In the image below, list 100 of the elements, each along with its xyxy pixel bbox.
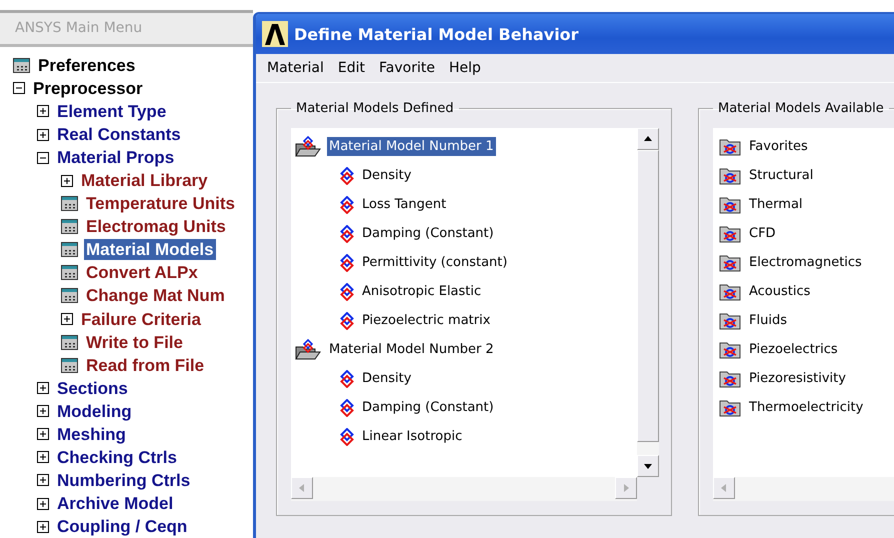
material-property-icon xyxy=(340,312,354,330)
menu-tree-item[interactable]: Material Library xyxy=(79,170,210,192)
tree-item[interactable]: Material Model Number 2 xyxy=(327,340,496,359)
up-arrow-icon xyxy=(643,134,653,144)
expand-icon[interactable] xyxy=(61,174,73,187)
menu-tree-item[interactable]: Read from File xyxy=(84,354,206,376)
menu-tree-item[interactable]: Element Type xyxy=(55,100,168,122)
menu-tree-item[interactable]: Meshing xyxy=(55,424,128,445)
folder-gear-icon xyxy=(719,311,741,330)
tree-item[interactable]: Anisotropic Elastic xyxy=(360,282,484,301)
menu-tree-item[interactable]: Sections xyxy=(55,378,130,399)
tree-item[interactable]: Linear Isotropic xyxy=(360,427,464,446)
expand-icon[interactable] xyxy=(37,428,49,440)
material-property-icon xyxy=(340,166,354,184)
left-arrow-icon xyxy=(297,483,307,493)
category-item[interactable]: Acoustics xyxy=(747,282,812,301)
material-property-icon xyxy=(340,428,354,446)
expand-icon[interactable] xyxy=(37,498,49,510)
menu-tree-item[interactable]: Archive Model xyxy=(55,493,176,514)
category-item[interactable]: Electromagnetics xyxy=(747,253,864,272)
scroll-thumb[interactable] xyxy=(637,150,659,442)
expand-icon[interactable] xyxy=(37,520,49,533)
material-property-icon xyxy=(340,196,354,214)
folder-gear-icon xyxy=(719,253,741,272)
folder-gear-icon xyxy=(719,282,741,301)
dialog-window-icon xyxy=(61,196,78,212)
expand-icon[interactable] xyxy=(37,451,49,464)
folder-gear-icon xyxy=(719,340,741,359)
menu-item[interactable]: Help xyxy=(444,58,486,78)
category-item[interactable]: CFD xyxy=(747,224,778,243)
folder-gear-icon xyxy=(719,195,741,214)
menu-tree-item[interactable]: Modeling xyxy=(55,400,134,422)
expand-icon[interactable] xyxy=(37,128,49,141)
menu-tree-item[interactable]: Write to File xyxy=(84,332,185,353)
menu-tree-item[interactable]: Material Models xyxy=(84,239,216,260)
category-item[interactable]: Thermoelectricity xyxy=(747,398,866,417)
tree-item[interactable]: Damping (Constant) xyxy=(360,398,496,417)
category-item[interactable]: Piezoresistivity xyxy=(747,369,848,388)
dialog-window-icon xyxy=(61,242,78,258)
scroll-left-button[interactable] xyxy=(291,477,313,499)
tree-item[interactable]: Piezoelectric matrix xyxy=(360,311,492,330)
menu-tree-item[interactable]: Coupling / Ceqn xyxy=(55,516,190,538)
dialog-window-icon xyxy=(61,219,78,234)
expand-icon[interactable] xyxy=(37,382,49,394)
tree-item[interactable]: Permittivity (constant) xyxy=(360,253,510,272)
tree-item[interactable]: Loss Tangent xyxy=(360,195,448,214)
menu-tree-item[interactable]: Checking Ctrls xyxy=(55,446,179,468)
category-item[interactable]: Favorites xyxy=(747,137,810,156)
menu-tree-item[interactable]: Convert ALPx xyxy=(84,262,200,284)
collapse-icon[interactable] xyxy=(37,152,49,164)
material-property-icon xyxy=(340,282,354,300)
folder-gear-icon xyxy=(719,137,741,156)
dialog-window-icon xyxy=(61,265,78,280)
menu-tree-item[interactable]: Preferences xyxy=(36,54,138,76)
tree-item[interactable]: Damping (Constant) xyxy=(360,224,496,243)
horizontal-scrollbar[interactable] xyxy=(713,477,894,501)
menu-item[interactable]: Favorite xyxy=(374,58,440,78)
horizontal-scrollbar[interactable] xyxy=(291,477,637,501)
scroll-down-button[interactable] xyxy=(637,455,659,477)
group-title: Material Models Available xyxy=(717,101,885,116)
vertical-scrollbar[interactable] xyxy=(637,128,659,477)
category-item[interactable]: Fluids xyxy=(747,311,789,330)
expand-icon[interactable] xyxy=(37,405,49,418)
menu-tree-item[interactable]: Preprocessor xyxy=(31,78,145,99)
expand-icon[interactable] xyxy=(37,474,49,486)
menu-tree-item[interactable]: Real Constants xyxy=(55,124,183,146)
folder-gear-icon xyxy=(719,166,741,185)
folder-gear-icon xyxy=(719,369,741,388)
tree-item[interactable]: Density xyxy=(360,166,414,185)
tree-item[interactable]: Material Model Number 1 xyxy=(327,137,496,156)
tree-item[interactable]: Density xyxy=(360,369,414,388)
category-item[interactable]: Structural xyxy=(747,166,816,185)
category-item[interactable]: Piezoelectrics xyxy=(747,340,840,359)
scroll-up-button[interactable] xyxy=(637,128,659,150)
group-title: Material Models Defined xyxy=(295,101,455,116)
collapse-icon[interactable] xyxy=(13,82,25,94)
down-arrow-icon xyxy=(643,461,653,471)
menu-tree-item[interactable]: Electromag Units xyxy=(84,216,228,238)
menu-tree-item[interactable]: Failure Criteria xyxy=(79,308,203,330)
dialog-window-icon xyxy=(61,288,78,304)
right-arrow-icon xyxy=(621,483,631,493)
open-folder-icon xyxy=(295,338,321,360)
material-property-icon xyxy=(340,370,354,388)
menu-tree-item[interactable]: Change Mat Num xyxy=(84,285,227,306)
expand-icon[interactable] xyxy=(37,105,49,118)
panel-title: ANSYS Main Menu xyxy=(0,13,253,47)
menu-tree-item[interactable]: Numbering Ctrls xyxy=(55,470,192,491)
material-property-icon xyxy=(340,254,354,272)
folder-gear-icon xyxy=(719,398,741,417)
menu-tree-item[interactable]: Material Props xyxy=(55,147,176,168)
expand-icon[interactable] xyxy=(61,313,73,326)
scroll-left-button[interactable] xyxy=(713,477,735,499)
material-property-icon xyxy=(340,224,354,242)
menu-item[interactable]: Edit xyxy=(332,58,370,78)
menu-item[interactable]: Material xyxy=(262,58,329,78)
menu-tree-item[interactable]: Temperature Units xyxy=(84,193,237,214)
category-item[interactable]: Thermal xyxy=(747,195,805,214)
material-property-icon xyxy=(340,398,354,416)
dialog-window-icon xyxy=(61,334,78,350)
left-arrow-icon xyxy=(719,483,729,493)
